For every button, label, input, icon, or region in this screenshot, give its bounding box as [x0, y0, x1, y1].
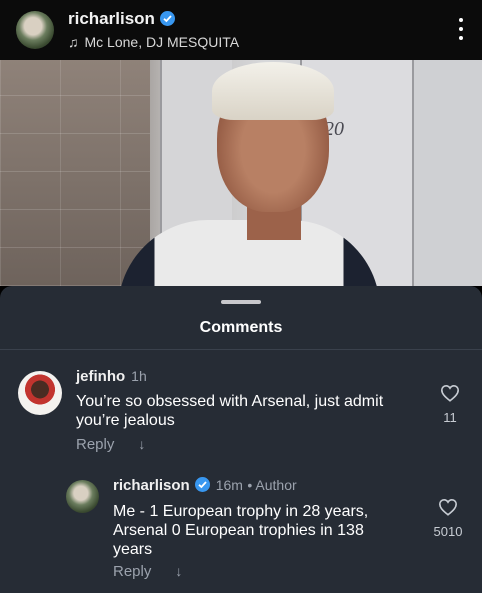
music-attribution[interactable]: ♫ Mc Lone, DJ MESQUITA	[68, 34, 239, 50]
comment-text: Me - 1 European trophy in 28 years, Arse…	[113, 503, 369, 558]
post-photo[interactable]: 20	[0, 60, 482, 286]
commenter-avatar[interactable]	[66, 480, 99, 513]
comment-item: richarlison 16m • Author Me - 1 European …	[0, 477, 482, 590]
comments-title: Comments	[199, 319, 283, 336]
comment-text: You’re so obsessed with Arsenal, just ad…	[76, 393, 384, 429]
like-control[interactable]: 5010	[428, 498, 468, 539]
comment-meta: richarlison 16m • Author	[113, 477, 297, 495]
post-author[interactable]: richarlison	[68, 9, 175, 29]
divider	[0, 349, 482, 350]
reply-button[interactable]: Reply	[76, 436, 114, 453]
like-count: 5010	[433, 524, 463, 539]
verified-badge-icon	[159, 11, 175, 26]
reply-button[interactable]: Reply	[113, 563, 151, 580]
music-note-icon: ♫	[68, 34, 79, 50]
comment-author[interactable]: richarlison	[113, 477, 190, 494]
commenter-avatar[interactable]	[18, 371, 62, 415]
comment-author[interactable]: jefinho	[76, 368, 125, 385]
comment-actions: Reply ↓	[113, 563, 182, 580]
comment-item: jefinho 1h You’re so obsessed with Arsena…	[0, 366, 482, 466]
comment-meta: jefinho 1h	[76, 368, 147, 386]
person-hair	[212, 62, 334, 120]
music-label[interactable]: Mc Lone, DJ MESQUITA	[85, 34, 240, 50]
heart-icon[interactable]	[440, 384, 460, 402]
locker	[412, 60, 482, 286]
author-badge: • Author	[247, 477, 297, 493]
comment-time: 16m	[215, 477, 243, 493]
post-header: richarlison ♫ Mc Lone, DJ MESQUITA	[0, 0, 482, 60]
arrow-down-icon[interactable]: ↓	[138, 436, 145, 452]
comment-actions: Reply ↓	[76, 436, 145, 453]
comment-time: 1h	[131, 368, 147, 384]
like-control[interactable]: 11	[430, 384, 470, 425]
comments-sheet: Comments jefinho 1h You’re so obsessed wi…	[0, 286, 482, 593]
tile-wall	[0, 60, 150, 286]
post-author-name[interactable]: richarlison	[68, 9, 155, 28]
arrow-down-icon[interactable]: ↓	[175, 563, 182, 579]
sheet-drag-handle[interactable]	[221, 300, 261, 304]
more-options-icon[interactable]	[458, 18, 464, 40]
like-count: 11	[443, 410, 457, 425]
verified-badge-icon	[194, 477, 210, 492]
heart-icon[interactable]	[438, 498, 458, 516]
profile-avatar[interactable]	[16, 11, 54, 49]
